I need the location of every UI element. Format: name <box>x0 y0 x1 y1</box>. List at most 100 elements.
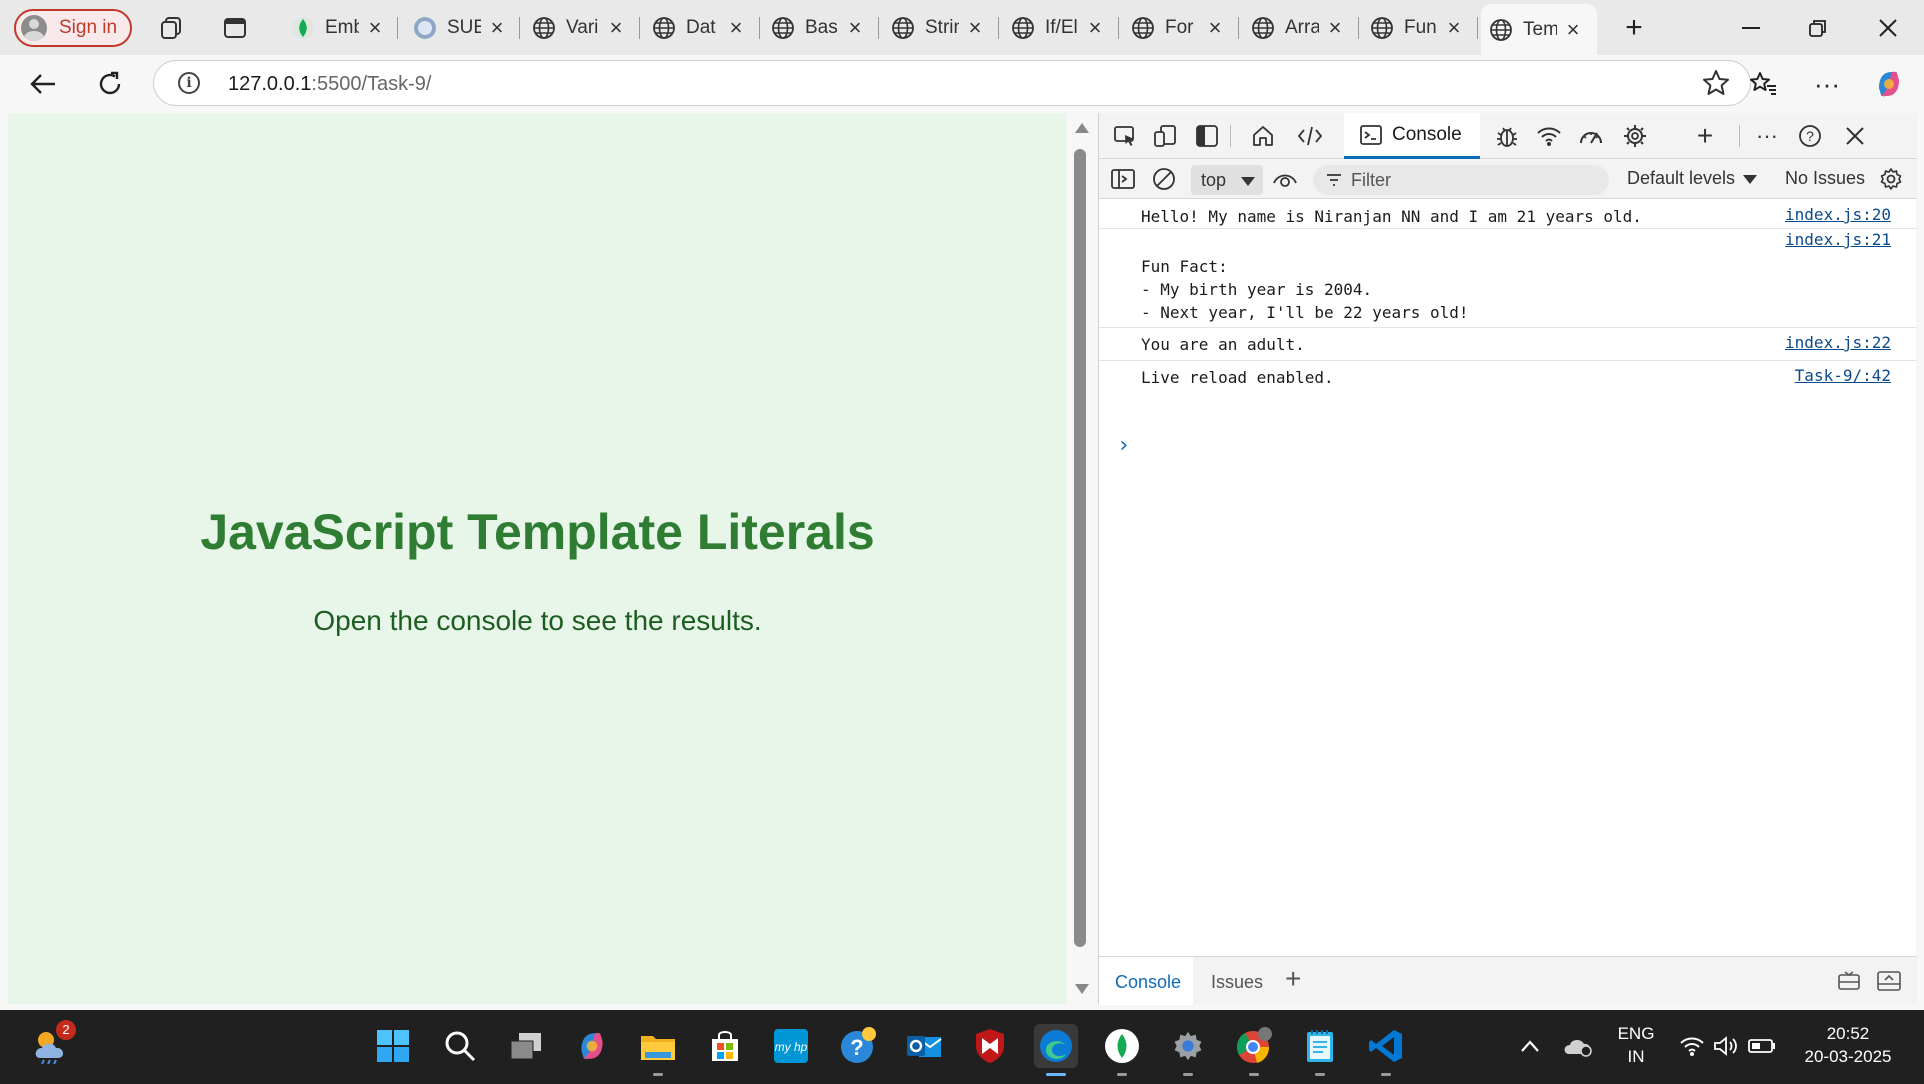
battery-icon[interactable] <box>1740 1024 1784 1068</box>
tab-console[interactable]: Console <box>1344 113 1480 159</box>
context-selector[interactable]: top <box>1191 165 1263 195</box>
sources-bug-icon[interactable] <box>1493 122 1521 150</box>
console-source-link[interactable]: index.js:20 <box>1785 205 1891 224</box>
close-tab-icon[interactable]: × <box>965 15 985 41</box>
myhp-icon[interactable]: my hp <box>769 1024 813 1068</box>
console-source-link[interactable]: Task-9/:42 <box>1795 366 1891 385</box>
close-tab-icon[interactable]: × <box>1325 15 1345 41</box>
microsoft-store-icon[interactable] <box>703 1024 747 1068</box>
close-tab-icon[interactable]: × <box>1085 15 1105 41</box>
get-help-icon[interactable]: ? <box>836 1024 880 1068</box>
notepad-icon[interactable] <box>1298 1024 1342 1076</box>
browser-tab[interactable]: Arra × <box>1243 9 1359 47</box>
browser-tab[interactable]: Fun × <box>1362 9 1478 47</box>
dock-side-icon[interactable] <box>1193 122 1221 150</box>
browser-tab[interactable]: Tem × <box>1481 4 1597 55</box>
browser-tab[interactable]: Basi × <box>763 9 879 47</box>
close-window-button[interactable] <box>1858 8 1918 48</box>
mcafee-icon[interactable] <box>968 1024 1012 1068</box>
copilot-icon[interactable] <box>1870 65 1908 103</box>
drawer-dock-icon[interactable] <box>1835 967 1863 995</box>
settings-gear-icon[interactable] <box>1166 1024 1210 1076</box>
language-indicator[interactable]: ENG IN <box>1614 1024 1658 1067</box>
chrome-icon[interactable] <box>1232 1024 1276 1076</box>
inspect-element-icon[interactable] <box>1111 122 1139 150</box>
memory-chip-icon[interactable] <box>1621 122 1649 150</box>
close-tab-icon[interactable]: × <box>845 15 865 41</box>
live-expression-eye-icon[interactable] <box>1271 165 1299 193</box>
close-tab-icon[interactable]: × <box>487 15 507 41</box>
onedrive-cloud-icon[interactable] <box>1556 1024 1600 1068</box>
welcome-home-icon[interactable] <box>1249 122 1277 150</box>
windows-start-icon[interactable] <box>371 1024 415 1068</box>
minimize-button[interactable] <box>1721 8 1781 48</box>
scroll-thumb[interactable] <box>1074 149 1086 947</box>
favorites-icon[interactable] <box>1744 65 1782 103</box>
show-hidden-icons-chevron-icon[interactable] <box>1508 1024 1552 1068</box>
browser-tab[interactable]: SUE × <box>405 9 520 47</box>
chevron-down-icon <box>1743 174 1758 184</box>
drawer-add-tab-icon[interactable]: + <box>1285 963 1301 995</box>
device-emulation-icon[interactable] <box>1151 122 1179 150</box>
task-view-icon[interactable] <box>504 1024 548 1068</box>
close-tab-icon[interactable]: × <box>365 15 385 41</box>
mongodb-compass-icon[interactable] <box>1100 1024 1144 1076</box>
outlook-icon[interactable] <box>902 1024 946 1068</box>
close-tab-icon[interactable]: × <box>606 15 626 41</box>
drawer-tab-issues[interactable]: Issues <box>1211 957 1275 1005</box>
close-devtools-icon[interactable] <box>1841 122 1869 150</box>
close-tab-icon[interactable]: × <box>1444 15 1464 41</box>
weather-widget-icon[interactable]: 2 <box>30 1020 76 1068</box>
devtools-more-icon[interactable]: ··· <box>1753 122 1781 150</box>
console-settings-gear-icon[interactable] <box>1877 165 1905 193</box>
page-scrollbar[interactable] <box>1069 113 1093 1004</box>
performance-gauge-icon[interactable] <box>1577 122 1605 150</box>
edge-browser-icon[interactable] <box>1034 1024 1078 1076</box>
sidebar-toggle-icon[interactable] <box>1109 165 1137 193</box>
browser-tab[interactable]: Vari × <box>524 9 640 47</box>
console-prompt-chevron-icon[interactable]: › <box>1117 433 1130 458</box>
elements-code-icon[interactable] <box>1296 122 1324 150</box>
favorite-star-icon[interactable] <box>1702 69 1730 102</box>
filter-input[interactable] <box>1351 169 1591 191</box>
log-levels-dropdown[interactable]: Default levels <box>1627 168 1758 189</box>
site-info-icon[interactable]: i <box>178 72 200 94</box>
network-wifi-icon[interactable] <box>1535 122 1563 150</box>
globe-icon <box>891 16 915 40</box>
scroll-down-arrow-icon[interactable] <box>1075 984 1089 994</box>
more-tools-plus-icon[interactable]: + <box>1691 120 1719 151</box>
drawer-tab-console[interactable]: Console <box>1099 957 1193 1005</box>
tab-actions-icon[interactable] <box>219 12 251 44</box>
clock[interactable]: 20:52 20-03-2025 <box>1794 1024 1902 1067</box>
browser-tab[interactable]: If/El × <box>1003 9 1119 47</box>
drawer-collapse-icon[interactable] <box>1875 967 1903 995</box>
console-source-link[interactable]: index.js:21 <box>1785 230 1891 249</box>
close-tab-icon[interactable]: × <box>726 15 746 41</box>
browser-tab[interactable]: Emb × <box>283 9 398 47</box>
back-button[interactable] <box>24 65 62 103</box>
browser-tab[interactable]: For × <box>1123 9 1239 47</box>
workspaces-icon[interactable] <box>156 12 188 44</box>
sign-in-button[interactable]: Sign in <box>14 9 132 47</box>
file-explorer-icon[interactable] <box>636 1024 680 1076</box>
restore-button[interactable] <box>1788 8 1848 48</box>
tab-label: Fun <box>1404 17 1437 38</box>
close-tab-icon[interactable]: × <box>1563 17 1583 43</box>
search-icon[interactable] <box>438 1024 482 1068</box>
scroll-up-arrow-icon[interactable] <box>1075 123 1089 133</box>
address-bar[interactable]: i 127.0.0.1:5500/Task-9/ <box>153 60 1751 106</box>
close-tab-icon[interactable]: × <box>1205 15 1225 41</box>
devtools-panel: Console + ··· ? top Filter Default level… <box>1098 113 1917 1005</box>
issues-counter[interactable]: No Issues <box>1785 168 1865 189</box>
browser-tab[interactable]: Dat × <box>644 9 760 47</box>
address-url[interactable]: 127.0.0.1:5500/Task-9/ <box>228 73 432 96</box>
browser-tab[interactable]: Strin × <box>883 9 999 47</box>
refresh-button[interactable] <box>91 65 129 103</box>
settings-more-icon[interactable]: ··· <box>1808 65 1846 103</box>
console-source-link[interactable]: index.js:22 <box>1785 333 1891 352</box>
clear-console-icon[interactable] <box>1150 165 1178 193</box>
new-tab-button[interactable]: + <box>1604 8 1664 48</box>
vscode-icon[interactable] <box>1364 1024 1408 1076</box>
help-icon[interactable]: ? <box>1796 122 1824 150</box>
copilot-taskbar-icon[interactable] <box>570 1024 614 1068</box>
